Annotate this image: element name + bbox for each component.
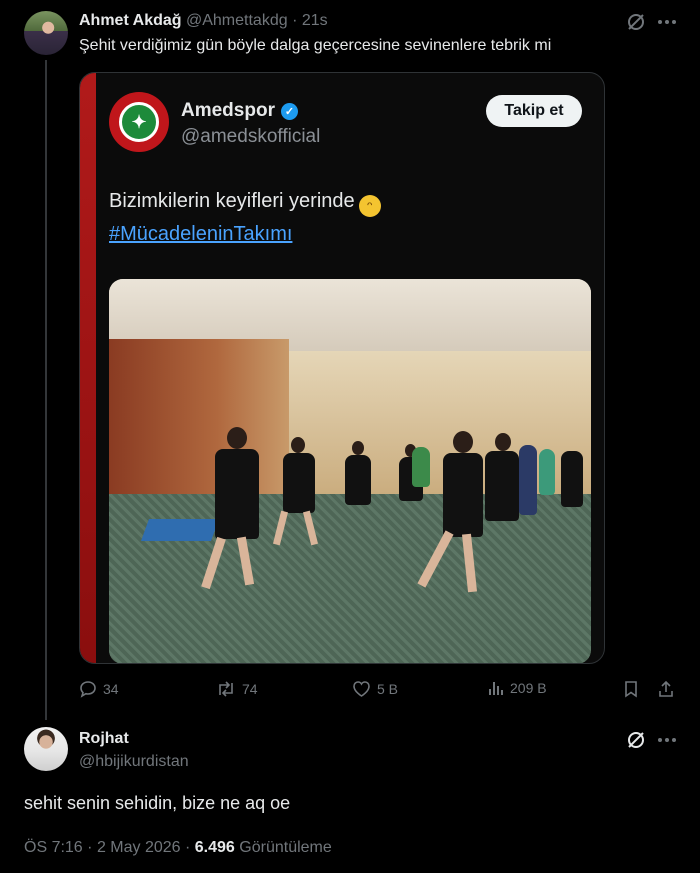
player-head (291, 437, 305, 453)
reply-text: sehit senin sehidin, bize ne aq oe (24, 793, 291, 813)
bookmark-icon (625, 681, 637, 698)
staff-figure (412, 447, 430, 487)
quoted-author-handle: @amedskofficial (181, 126, 321, 147)
views-count: 209 B (510, 680, 547, 696)
amedspor-logo: ✦ (109, 92, 169, 152)
reply-author-name[interactable]: Rojhat (79, 730, 129, 748)
verified-badge-icon: ✓ (280, 102, 298, 120)
reply-date[interactable]: 2 May 2026 (97, 839, 181, 856)
player-figure (283, 453, 315, 513)
player-figure (443, 453, 483, 537)
share-button[interactable] (657, 680, 675, 698)
share-icon (659, 680, 673, 697)
meta-separator: · (87, 839, 97, 856)
player-head (227, 427, 247, 449)
quoted-text-body: Bizimkilerin keyifleri yerinde (109, 190, 355, 212)
reply-count: 34 (103, 681, 119, 697)
player-figure (485, 451, 519, 521)
quoted-hashtag: #MücadeleninTakımı (109, 223, 293, 245)
reply-time[interactable]: ÖS 7:16 (24, 839, 83, 856)
author-handle[interactable]: @Ahmettakdg (186, 12, 288, 29)
media-red-border (80, 73, 96, 663)
heart-icon (353, 681, 370, 697)
thread-connector-line (45, 60, 47, 720)
views-icon (489, 682, 503, 695)
reply-views-count: 6.496 (194, 839, 235, 856)
bookmark-button[interactable] (623, 680, 639, 698)
reply-icon (80, 681, 96, 698)
quoted-text: Bizimkilerin keyifleri yerinde ᵔ (109, 190, 381, 217)
views-button[interactable]: 209 B (488, 680, 547, 696)
tweet-header: Ahmet Akdağ @Ahmettakdg · 21s (79, 12, 328, 30)
follow-button: Takip et (486, 95, 582, 127)
grok-icon[interactable] (625, 729, 647, 751)
more-icon[interactable] (655, 11, 679, 33)
grinning-sweat-emoji-icon: ᵔ (358, 195, 381, 217)
reply-views-label: Görüntüleme (239, 839, 332, 856)
locker-room-photo (109, 279, 591, 663)
author-avatar[interactable] (24, 11, 68, 55)
tweet-time[interactable]: 21s (302, 12, 328, 29)
like-count: 5 B (377, 681, 399, 697)
player-head (352, 441, 364, 455)
tweet-actions: 34 74 5 B 209 B (79, 680, 679, 700)
player-head (453, 431, 473, 453)
quoted-author-name-text: Amedspor (181, 100, 275, 121)
like-button[interactable]: 5 B (352, 680, 398, 698)
quoted-author-name: Amedspor ✓ (181, 100, 298, 122)
repost-count: 74 (242, 681, 258, 697)
player-figure (215, 449, 259, 539)
author-name[interactable]: Ahmet Akdağ (79, 12, 182, 29)
repost-icon (219, 681, 233, 697)
header-separator: · (292, 12, 298, 29)
player-figure (345, 455, 371, 505)
tweet-text: Şehit verdiğimiz gün böyle dalga geçerce… (79, 37, 552, 54)
meta-separator: · (185, 839, 195, 856)
photo-blue-mat (140, 519, 220, 541)
player-figure (561, 451, 583, 507)
player-figure (519, 445, 537, 515)
reply-author-avatar[interactable] (24, 727, 68, 771)
reply-button[interactable]: 34 (79, 680, 119, 698)
player-head (495, 433, 511, 451)
tweet-media[interactable]: ✦ Amedspor ✓ @amedskofficial Takip et Bi… (79, 72, 605, 664)
reply-meta: ÖS 7:16 · 2 May 2026 · 6.496 Görüntüleme (24, 839, 332, 857)
repost-button[interactable]: 74 (216, 680, 258, 698)
reply-author-handle[interactable]: @hbijikurdistan (79, 753, 189, 771)
staff-figure (539, 449, 555, 495)
more-icon[interactable] (655, 729, 679, 751)
grok-icon[interactable] (625, 11, 647, 33)
